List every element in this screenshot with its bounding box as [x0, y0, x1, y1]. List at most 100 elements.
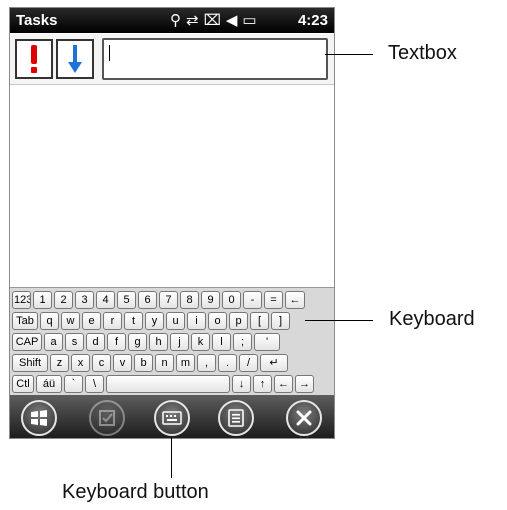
key-slash[interactable]: / — [239, 354, 258, 372]
key-apostrophe[interactable]: ' — [254, 333, 280, 351]
textbox-callout-label: Textbox — [388, 42, 457, 64]
key-i[interactable]: i — [187, 312, 206, 330]
key-left-arrow[interactable]: ← — [274, 375, 293, 393]
key-comma[interactable]: , — [197, 354, 216, 372]
status-icons: ⚲⇄⌧◀▭ — [170, 11, 262, 29]
key-right-arrow[interactable]: → — [295, 375, 314, 393]
key-backslash[interactable]: \ — [85, 375, 104, 393]
keyboard-row-numbers: 123 1 2 3 4 5 6 7 8 9 0 - = ← — [12, 291, 334, 311]
key-x[interactable]: x — [71, 354, 90, 372]
key-m[interactable]: m — [176, 354, 195, 372]
key-o[interactable]: o — [208, 312, 227, 330]
key-e[interactable]: e — [82, 312, 101, 330]
keyboard-row-home: CAP a s d f g h j k l ; ' — [12, 333, 334, 353]
key-tab[interactable]: Tab — [12, 312, 38, 330]
task-textbox[interactable] — [102, 38, 328, 80]
key-k[interactable]: k — [191, 333, 210, 351]
key-up-arrow[interactable]: ↑ — [253, 375, 272, 393]
key-5[interactable]: 5 — [117, 291, 136, 309]
key-enter[interactable]: ↵ — [260, 354, 288, 372]
keyboard-button[interactable] — [154, 400, 190, 436]
key-semicolon[interactable]: ; — [233, 333, 252, 351]
menu-icon — [228, 409, 244, 427]
windows-start-icon — [31, 410, 47, 426]
keyboard-callout-label: Keyboard — [389, 308, 475, 330]
key-t[interactable]: t — [124, 312, 143, 330]
key-g[interactable]: g — [128, 333, 147, 351]
app-title: Tasks — [16, 12, 58, 29]
key-f[interactable]: f — [107, 333, 126, 351]
status-bar: Tasks ⚲⇄⌧◀▭ 4:23 — [10, 8, 334, 33]
key-ctrl[interactable]: Ctl — [12, 375, 34, 393]
soft-key-bar — [10, 395, 334, 438]
key-open-bracket[interactable]: [ — [250, 312, 269, 330]
ok-button[interactable] — [89, 400, 125, 436]
key-p[interactable]: p — [229, 312, 248, 330]
close-button[interactable] — [286, 400, 322, 436]
key-r[interactable]: r — [103, 312, 122, 330]
key-backtick[interactable]: ` — [64, 375, 83, 393]
key-l[interactable]: l — [212, 333, 231, 351]
key-v[interactable]: v — [113, 354, 132, 372]
key-h[interactable]: h — [149, 333, 168, 351]
key-minus[interactable]: - — [243, 291, 262, 309]
key-b[interactable]: b — [134, 354, 153, 372]
key-down-arrow[interactable]: ↓ — [232, 375, 251, 393]
key-n[interactable]: n — [155, 354, 174, 372]
keyboard-button-callout-label: Keyboard button — [62, 481, 209, 503]
key-y[interactable]: y — [145, 312, 164, 330]
task-entry-row — [10, 34, 334, 85]
key-1[interactable]: 1 — [33, 291, 52, 309]
key-space[interactable] — [106, 375, 230, 393]
key-intl[interactable]: áü — [36, 375, 62, 393]
keyboard-row-shift: Shift z x c v b n m , . / ↵ — [12, 354, 334, 374]
key-7[interactable]: 7 — [159, 291, 178, 309]
no-connection-icon: ⌧ — [203, 12, 226, 29]
key-shift[interactable]: Shift — [12, 354, 48, 372]
key-backspace[interactable]: ← — [285, 291, 305, 309]
keyboard-row-qwerty: Tab q w e r t y u i o p [ ] — [12, 312, 334, 332]
device-screen: Tasks ⚲⇄⌧◀▭ 4:23 123 1 2 3 4 5 6 7 8 9 0… — [9, 7, 335, 439]
task-input[interactable] — [112, 46, 312, 66]
key-close-bracket[interactable]: ] — [271, 312, 290, 330]
soft-keyboard: 123 1 2 3 4 5 6 7 8 9 0 - = ← Tab q w e … — [10, 287, 334, 395]
battery-icon: ▭ — [242, 12, 262, 29]
key-a[interactable]: a — [44, 333, 63, 351]
key-s[interactable]: s — [65, 333, 84, 351]
down-arrow-icon — [68, 45, 82, 73]
key-equals[interactable]: = — [264, 291, 283, 309]
key-3[interactable]: 3 — [75, 291, 94, 309]
key-q[interactable]: q — [40, 312, 59, 330]
key-z[interactable]: z — [50, 354, 69, 372]
keyboard-button-callout-line — [171, 437, 172, 478]
key-123[interactable]: 123 — [12, 291, 31, 309]
priority-high-button[interactable] — [15, 39, 53, 79]
sync-icon: ⇄ — [186, 12, 204, 29]
key-2[interactable]: 2 — [54, 291, 73, 309]
close-icon — [296, 410, 312, 426]
key-w[interactable]: w — [61, 312, 80, 330]
key-j[interactable]: j — [170, 333, 189, 351]
task-list-area[interactable] — [10, 85, 334, 287]
exclamation-icon — [31, 45, 37, 73]
key-c[interactable]: c — [92, 354, 111, 372]
key-8[interactable]: 8 — [180, 291, 199, 309]
key-caps[interactable]: CAP — [12, 333, 42, 351]
menu-button[interactable] — [218, 400, 254, 436]
key-4[interactable]: 4 — [96, 291, 115, 309]
textbox-callout-line — [325, 54, 373, 55]
keyboard-icon — [162, 411, 182, 425]
clock[interactable]: 4:23 — [298, 12, 328, 29]
key-9[interactable]: 9 — [201, 291, 220, 309]
key-u[interactable]: u — [166, 312, 185, 330]
start-button[interactable] — [21, 400, 57, 436]
text-caret — [109, 45, 110, 61]
key-6[interactable]: 6 — [138, 291, 157, 309]
keyboard-callout-line — [305, 320, 373, 321]
key-d[interactable]: d — [86, 333, 105, 351]
key-0[interactable]: 0 — [222, 291, 241, 309]
tasks-checkbox-icon — [99, 410, 115, 426]
priority-low-button[interactable] — [56, 39, 94, 79]
speaker-icon[interactable]: ◀ — [226, 12, 243, 29]
key-period[interactable]: . — [218, 354, 237, 372]
